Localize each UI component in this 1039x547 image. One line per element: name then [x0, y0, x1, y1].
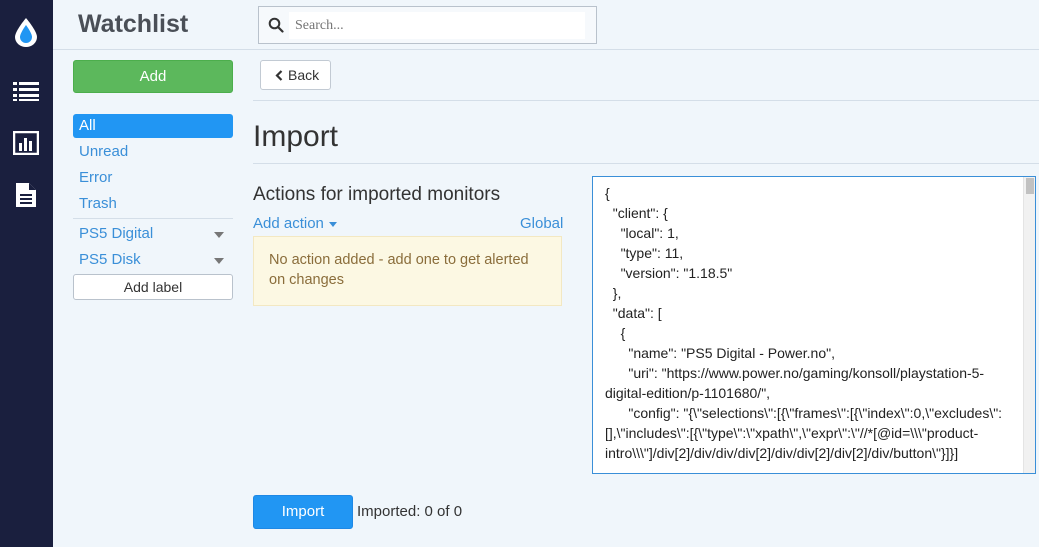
add-label-button[interactable]: Add label [73, 274, 233, 300]
chevron-down-icon[interactable] [214, 258, 224, 264]
global-link[interactable]: Global [520, 215, 563, 232]
scrollbar[interactable] [1023, 177, 1035, 473]
sidebar-item-trash[interactable]: Trash [73, 192, 233, 216]
chevron-down-icon[interactable] [214, 232, 224, 238]
sidebar-item-all[interactable]: All [73, 114, 233, 138]
add-action-dropdown[interactable]: Add action [253, 215, 337, 232]
drop-logo-icon[interactable] [12, 18, 40, 47]
scrollbar-thumb[interactable] [1026, 178, 1034, 194]
sidebar-item-unread[interactable]: Unread [73, 140, 233, 164]
back-button[interactable]: Back [260, 60, 331, 90]
add-button[interactable]: Add [73, 60, 233, 93]
search-icon [268, 17, 284, 33]
import-status: Imported: 0 of 0 [357, 503, 463, 520]
top-header: Watchlist [53, 0, 1039, 50]
search-input[interactable] [289, 12, 585, 39]
add-action-label: Add action [253, 215, 324, 232]
divider [253, 163, 1039, 164]
chart-icon[interactable] [12, 129, 40, 157]
sidebar-label-ps5-disk[interactable]: PS5 Disk [73, 248, 233, 272]
caret-down-icon [328, 221, 337, 227]
sidebar-divider [73, 218, 233, 219]
no-action-alert: No action added - add one to get alerted… [253, 236, 562, 306]
sidebar-label-text: PS5 Disk [79, 251, 141, 268]
search-box[interactable] [258, 6, 597, 44]
app-rail [0, 0, 53, 547]
import-json-text[interactable]: { "client": { "local": 1, "type": 11, "v… [593, 177, 1013, 463]
back-label: Back [288, 67, 320, 83]
section-title: Actions for imported monitors [253, 184, 501, 205]
divider [253, 100, 1039, 101]
list-icon[interactable] [12, 77, 40, 105]
sidebar-label-text: PS5 Digital [79, 225, 154, 242]
page-title: Import [253, 120, 339, 153]
sidebar-item-error[interactable]: Error [73, 166, 233, 190]
import-json-textarea[interactable]: { "client": { "local": 1, "type": 11, "v… [592, 176, 1036, 474]
import-button[interactable]: Import [253, 495, 353, 529]
app-title: Watchlist [78, 10, 189, 38]
document-icon[interactable] [12, 181, 40, 209]
chevron-left-icon [275, 70, 283, 81]
sidebar-label-ps5-digital[interactable]: PS5 Digital [73, 222, 233, 246]
